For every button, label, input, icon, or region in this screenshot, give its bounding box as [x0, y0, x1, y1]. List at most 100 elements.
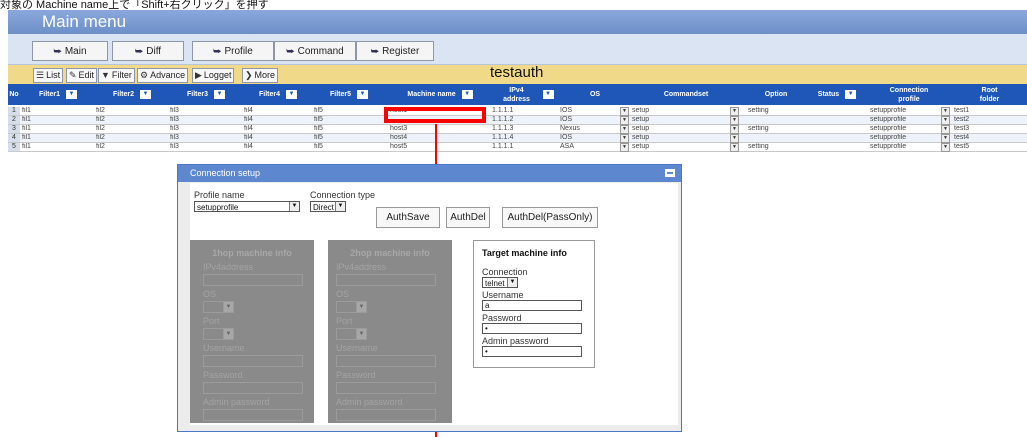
authdel-button[interactable]: AuthDel [446, 207, 490, 228]
cell-f2[interactable]: fil2 [96, 107, 168, 115]
chevron-down-icon[interactable]: ▼ [730, 107, 739, 116]
chevron-down-icon[interactable]: ▼ [620, 107, 629, 116]
cell-connection[interactable]: setupprofile [870, 125, 940, 133]
column-filter-icon[interactable]: ▼ [140, 90, 151, 99]
chevron-down-icon[interactable]: ▼ [620, 134, 629, 143]
chevron-down-icon[interactable]: ▼ [941, 134, 950, 143]
cell-os[interactable]: IOS [560, 134, 620, 142]
cell-connection[interactable]: setupprofile [870, 134, 940, 142]
column-filter-icon[interactable]: ▼ [214, 90, 225, 99]
cell-f4[interactable]: fil4 [244, 116, 312, 124]
table-row[interactable]: 4 fil1 fil2 fil3 fil4 fil5 host4 1.1.1.4 IOS ▼ set… [8, 134, 1027, 143]
cell-root[interactable]: test4 [954, 134, 1024, 142]
nav-main-button[interactable]: ⮩ Main [32, 41, 108, 61]
cell-f5[interactable]: fil5 [314, 125, 384, 133]
cell-f4[interactable]: fil4 [244, 143, 312, 151]
cell-f2[interactable]: fil2 [96, 116, 168, 124]
target-connection-select[interactable]: telnet ▼ [482, 277, 518, 288]
cell-f2[interactable]: fil2 [96, 143, 168, 151]
cell-f3[interactable]: fil3 [170, 134, 242, 142]
chevron-down-icon[interactable]: ▼ [620, 116, 629, 125]
target-username-input[interactable]: a [482, 300, 582, 311]
table-row[interactable]: 1 fil1 fil2 fil3 fil4 fil5 host1 1.1.1.1 IOS ▼ set… [8, 107, 1027, 116]
cell-f4[interactable]: fil4 [244, 107, 312, 115]
chevron-down-icon[interactable]: ▼ [730, 143, 739, 152]
cell-f1[interactable]: fil1 [22, 107, 94, 115]
cell-commandset[interactable]: setup [632, 143, 730, 151]
cell-no[interactable]: 3 [8, 125, 20, 133]
hop1-os-select[interactable]: ▼ [203, 301, 234, 313]
cell-status[interactable] [810, 125, 866, 133]
cell-connection[interactable]: setupprofile [870, 107, 940, 115]
cell-root[interactable]: test2 [954, 116, 1024, 124]
edit-button[interactable]: ✎ Edit [66, 68, 98, 83]
cell-root[interactable]: test1 [954, 107, 1024, 115]
chevron-down-icon[interactable]: ▼ [941, 125, 950, 134]
cell-option[interactable] [748, 134, 808, 142]
cell-connection[interactable]: setupprofile [870, 116, 940, 124]
profile-name-select[interactable]: setupprofile ▼ [194, 201, 300, 212]
cell-f5[interactable]: fil5 [314, 143, 384, 151]
cell-f1[interactable]: fil1 [22, 134, 94, 142]
chevron-down-icon[interactable]: ▼ [730, 116, 739, 125]
more-button[interactable]: ❯ More [242, 68, 279, 83]
column-filter-icon[interactable]: ▼ [286, 90, 297, 99]
cell-f1[interactable]: fil1 [22, 143, 94, 151]
nav-profile-button[interactable]: ⮩ Profile [192, 41, 274, 61]
list-button[interactable]: ☰ List [33, 68, 64, 83]
cell-option[interactable]: setting [748, 143, 808, 151]
cell-commandset[interactable]: setup [632, 125, 730, 133]
hop2-admin-input[interactable] [336, 409, 436, 421]
hop1-admin-input[interactable] [203, 409, 303, 421]
cell-no[interactable]: 4 [8, 134, 20, 142]
hop1-username-input[interactable] [203, 355, 303, 367]
cell-ipv4[interactable]: 1.1.1.1 [492, 107, 558, 115]
cell-os[interactable]: IOS [560, 107, 620, 115]
cell-f3[interactable]: fil3 [170, 116, 242, 124]
hop1-ipv4-input[interactable] [203, 274, 303, 286]
hop2-port-select[interactable]: ▼ [336, 328, 367, 340]
cell-f5[interactable]: fil5 [314, 116, 384, 124]
cell-root[interactable]: test5 [954, 143, 1024, 151]
minimize-icon[interactable] [665, 169, 675, 177]
column-filter-icon[interactable]: ▼ [845, 90, 857, 99]
cell-status[interactable] [810, 116, 866, 124]
table-row[interactable]: 2 fil1 fil2 fil3 fil4 fil5 1.1.1.2 IOS ▼ setup ▼ se… [8, 116, 1027, 125]
cell-status[interactable] [810, 107, 866, 115]
cell-f3[interactable]: fil3 [170, 143, 242, 151]
column-filter-icon[interactable]: ▼ [461, 90, 473, 99]
chevron-down-icon[interactable]: ▼ [730, 134, 739, 143]
chevron-down-icon[interactable]: ▼ [941, 116, 950, 125]
cell-f2[interactable]: fil2 [96, 125, 168, 133]
cell-machine[interactable]: host3 [390, 125, 490, 133]
connection-type-select[interactable]: Direct ▼ [310, 201, 346, 212]
advance-button[interactable]: ⚙ Advance [137, 68, 189, 83]
target-admin-input[interactable]: • [482, 346, 582, 357]
nav-register-button[interactable]: ⮩ Register [356, 41, 434, 61]
cell-ipv4[interactable]: 1.1.1.4 [492, 134, 558, 142]
cell-f5[interactable]: fil5 [314, 107, 384, 115]
cell-f3[interactable]: fil3 [170, 125, 242, 133]
chevron-down-icon[interactable]: ▼ [941, 107, 950, 116]
cell-f2[interactable]: fil2 [96, 134, 168, 142]
column-filter-icon[interactable]: ▼ [542, 90, 554, 99]
cell-f3[interactable]: fil3 [170, 107, 242, 115]
hop2-os-select[interactable]: ▼ [336, 301, 367, 313]
cell-option[interactable]: setting [748, 107, 808, 115]
cell-status[interactable] [810, 134, 866, 142]
cell-f5[interactable]: fil5 [314, 134, 384, 142]
cell-ipv4[interactable]: 1.1.1.3 [492, 125, 558, 133]
cell-machine[interactable]: host5 [390, 143, 490, 151]
chevron-down-icon[interactable]: ▼ [941, 143, 950, 152]
cell-ipv4[interactable]: 1.1.1.1 [492, 143, 558, 151]
cell-f1[interactable]: fil1 [22, 125, 94, 133]
chevron-down-icon[interactable]: ▼ [730, 125, 739, 134]
cell-connection[interactable]: setupprofile [870, 143, 940, 151]
nav-command-button[interactable]: ⮩ Command [274, 41, 356, 61]
hop2-username-input[interactable] [336, 355, 436, 367]
cell-no[interactable]: 2 [8, 116, 20, 124]
cell-no[interactable]: 5 [8, 143, 20, 151]
authdel-passonly-button[interactable]: AuthDel(PassOnly) [502, 207, 598, 228]
chevron-down-icon[interactable]: ▼ [620, 143, 629, 152]
cell-status[interactable] [810, 143, 866, 151]
